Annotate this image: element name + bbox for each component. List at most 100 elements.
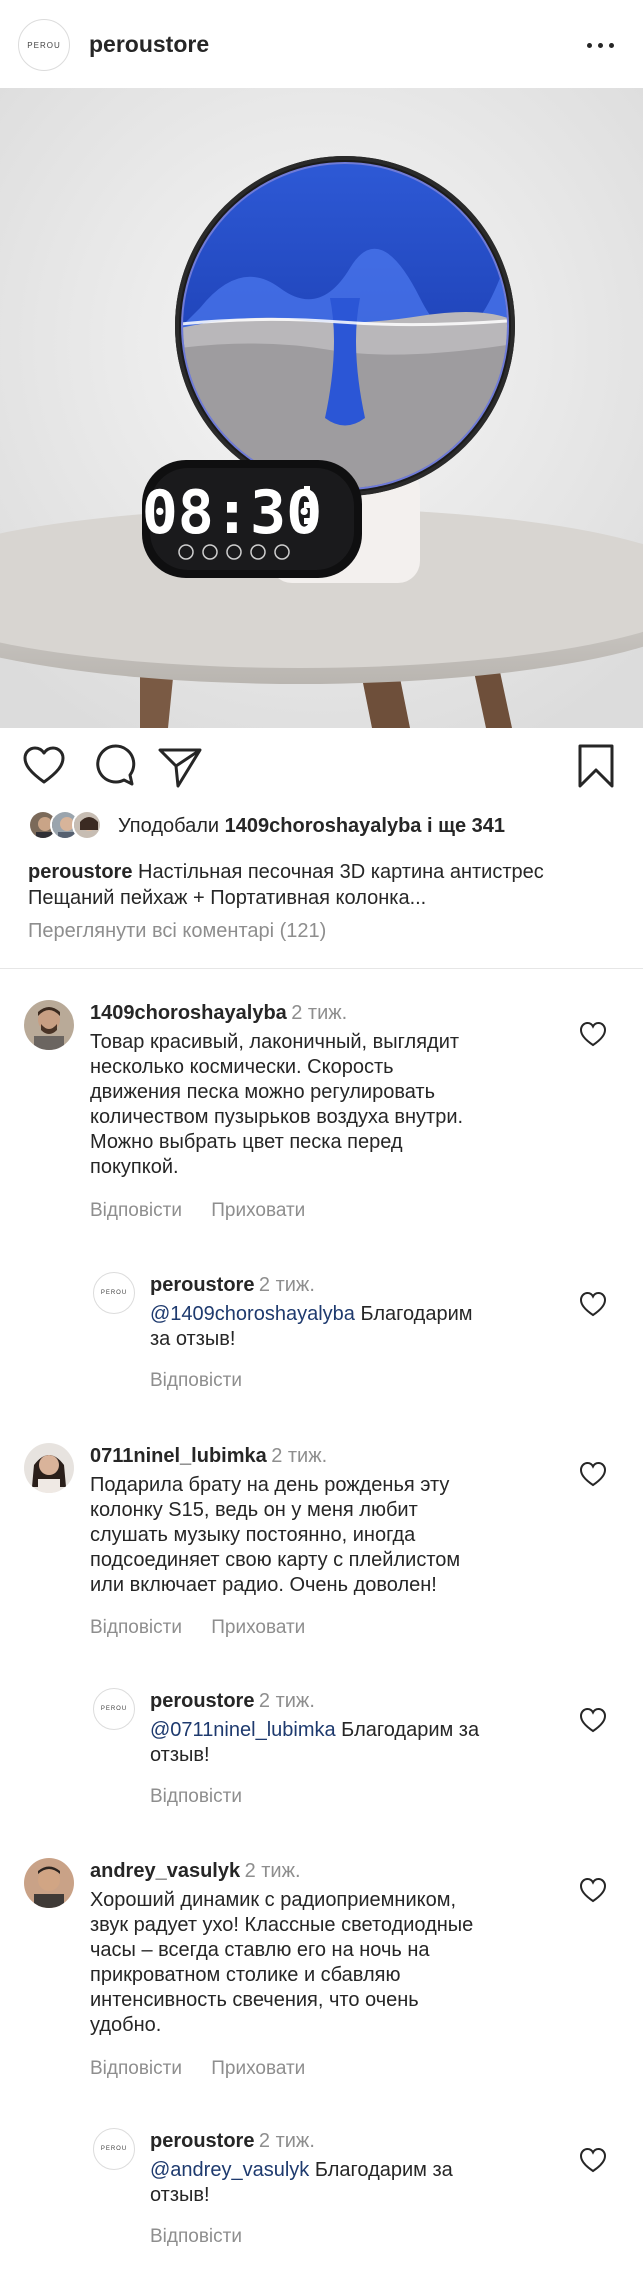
comment-username[interactable]: peroustore — [150, 2130, 254, 2152]
comment-header: 0711ninel_lubimka 2 тиж. — [90, 1445, 327, 1468]
reply-button[interactable]: Відповісти — [150, 2226, 242, 2247]
comment-actions: Відповісти Приховати — [90, 2058, 329, 2080]
brand-logo-text: PEROU — [100, 1706, 128, 1712]
comment-text: @0711ninel_lubimka Благодарим за отзыв! — [150, 1718, 479, 1768]
comment-text-line: Благодарим за — [314, 2159, 453, 2181]
comment-text-line: отзыв! — [150, 2184, 210, 2206]
comment-text-line: движения песка можно регулировать — [90, 1081, 435, 1103]
like-comment-heart-icon[interactable] — [578, 1876, 608, 1904]
comment-text: Товар красивый, лаконичный, выглядит нес… — [90, 1030, 463, 1180]
comment-time: 2 тиж. — [291, 1002, 348, 1024]
like-comment-heart-icon[interactable] — [578, 1020, 608, 1048]
comment-text-line: подсоединяет свою карту с плейлистом — [90, 1549, 461, 1571]
brand-avatar[interactable]: PEROU — [93, 1272, 135, 1314]
comment-text-line: Благодарим — [360, 1303, 473, 1325]
comment-text: @1409choroshayalyba Благодарим за отзыв! — [150, 1302, 473, 1352]
mention-link[interactable]: @0711ninel_lubimka — [150, 1719, 336, 1741]
comment-text-line: Можно выбрать цвет песка перед — [90, 1131, 403, 1153]
brand-logo-text: PEROU — [100, 2146, 128, 2152]
reply-comment: PEROU peroustore 2 тиж. @0711ninel_lubim… — [93, 1688, 593, 1818]
like-comment-heart-icon[interactable] — [578, 1460, 608, 1488]
comment-username[interactable]: peroustore — [150, 1274, 254, 1296]
comment-text-line: слушать музыку постоянно, иногда — [90, 1524, 416, 1546]
comment: andrey_vasulyk 2 тиж. Хороший динамик с … — [24, 1858, 624, 2080]
view-all-comments-link[interactable]: Переглянути всі коментарі (121) — [28, 920, 326, 943]
comment-text-line: удобно. — [90, 2014, 162, 2036]
clock-digits: 08:30 — [142, 478, 323, 548]
comment-time: 2 тиж. — [244, 1860, 301, 1882]
post-actions-bar — [0, 742, 643, 798]
likes-user[interactable]: 1409choroshayalyba — [225, 815, 422, 837]
hide-button[interactable]: Приховати — [211, 1200, 305, 1221]
caption-username[interactable]: peroustore — [28, 861, 132, 883]
comment-text: @andrey_vasulyk Благодарим за отзыв! — [150, 2158, 453, 2208]
like-comment-heart-icon[interactable] — [578, 1290, 608, 1318]
likes-row[interactable]: Уподобали 1409choroshayalyba і ще 341 — [28, 808, 628, 842]
reply-comment: PEROU peroustore 2 тиж. @andrey_vasulyk … — [93, 2128, 593, 2258]
avatar[interactable] — [24, 1443, 74, 1493]
reply-button[interactable]: Відповісти — [90, 2058, 182, 2079]
likes-text: Уподобали 1409choroshayalyba і ще 341 — [118, 815, 505, 838]
comment-header: andrey_vasulyk 2 тиж. — [90, 1860, 301, 1883]
comment-header: peroustore 2 тиж. — [150, 1274, 315, 1297]
brand-avatar[interactable]: PEROU — [93, 2128, 135, 2170]
reply-comment: PEROU peroustore 2 тиж. @1409choroshayal… — [93, 1272, 593, 1402]
comment-text-line: Подарила брату на день рожденья эту — [90, 1474, 450, 1496]
like-comment-heart-icon[interactable] — [578, 1706, 608, 1734]
comment-header: peroustore 2 тиж. — [150, 1690, 315, 1713]
reply-button[interactable]: Відповісти — [150, 1786, 242, 1807]
likes-suffix[interactable]: і ще 341 — [427, 815, 505, 837]
hide-button[interactable]: Приховати — [211, 1617, 305, 1638]
more-options-icon[interactable] — [586, 36, 616, 54]
comment-text-line: интенсивность свечения, что очень — [90, 1989, 419, 2011]
share-icon[interactable] — [156, 742, 204, 790]
comment-text-line: количеством пузырьков воздуха внутри. — [90, 1106, 464, 1128]
comment-actions: Відповісти — [150, 1370, 266, 1392]
comment-text-line: колонку S15, ведь он у меня любит — [90, 1499, 418, 1521]
comment-username[interactable]: peroustore — [150, 1690, 254, 1712]
comment-username[interactable]: 0711ninel_lubimka — [90, 1445, 267, 1467]
post-photo[interactable]: 08:30 — [0, 88, 643, 728]
comment-time: 2 тиж. — [271, 1445, 328, 1467]
post-author-username[interactable]: peroustore — [89, 31, 209, 58]
bookmark-icon[interactable] — [572, 742, 620, 790]
comment-text-line: Благодарим за — [341, 1719, 480, 1741]
comment-text-line: или включает радио. Очень доволен! — [90, 1574, 437, 1596]
comment-text-line: Товар красивый, лаконичный, выглядит — [90, 1031, 460, 1053]
comment-actions: Відповісти Приховати — [90, 1617, 329, 1639]
comment-time: 2 тиж. — [258, 1690, 315, 1712]
comment-icon[interactable] — [90, 742, 138, 790]
brand-logo-text: PEROU — [100, 1290, 128, 1296]
mention-link[interactable]: @1409choroshayalyba — [150, 1303, 355, 1325]
comment-time: 2 тиж. — [258, 1274, 315, 1296]
brand-avatar[interactable]: PEROU — [93, 1688, 135, 1730]
comment-text-line: отзыв! — [150, 1744, 210, 1766]
post-header: PEROU peroustore — [0, 0, 643, 90]
heart-icon[interactable] — [20, 742, 68, 790]
comment-text-line: Хороший динамик с радиоприемником, — [90, 1889, 457, 1911]
reply-button[interactable]: Відповісти — [150, 1370, 242, 1391]
comment-text-line: прикроватном столике и сбавляю — [90, 1964, 401, 1986]
comment-actions: Відповісти — [150, 2226, 266, 2248]
hide-button[interactable]: Приховати — [211, 2058, 305, 2079]
avatar[interactable] — [24, 1858, 74, 1908]
avatar[interactable] — [24, 1000, 74, 1050]
comment-username[interactable]: andrey_vasulyk — [90, 1860, 240, 1882]
comment-actions: Відповісти — [150, 1786, 266, 1808]
comment-username[interactable]: 1409choroshayalyba — [90, 1002, 287, 1024]
like-comment-heart-icon[interactable] — [578, 2146, 608, 2174]
reply-button[interactable]: Відповісти — [90, 1617, 182, 1638]
comment-header: 1409choroshayalyba 2 тиж. — [90, 1002, 347, 1025]
comment-text-line: за отзыв! — [150, 1328, 236, 1350]
product-photo-illustration: 08:30 — [0, 88, 643, 728]
brand-avatar[interactable]: PEROU — [18, 19, 70, 71]
likes-prefix: Уподобали — [118, 815, 220, 837]
comment-header: peroustore 2 тиж. — [150, 2130, 315, 2153]
mention-link[interactable]: @andrey_vasulyk — [150, 2159, 309, 2181]
comment: 1409choroshayalyba 2 тиж. Товар красивый… — [24, 1000, 624, 1230]
post-caption: peroustore Настільная песочная 3D картин… — [28, 859, 628, 911]
reply-button[interactable]: Відповісти — [90, 1200, 182, 1221]
comment-text-line: несколько космически. Скорость — [90, 1056, 394, 1078]
comment: 0711ninel_lubimka 2 тиж. Подарила брату … — [24, 1443, 624, 1653]
comment-text: Подарила брату на день рожденья эту коло… — [90, 1473, 460, 1598]
